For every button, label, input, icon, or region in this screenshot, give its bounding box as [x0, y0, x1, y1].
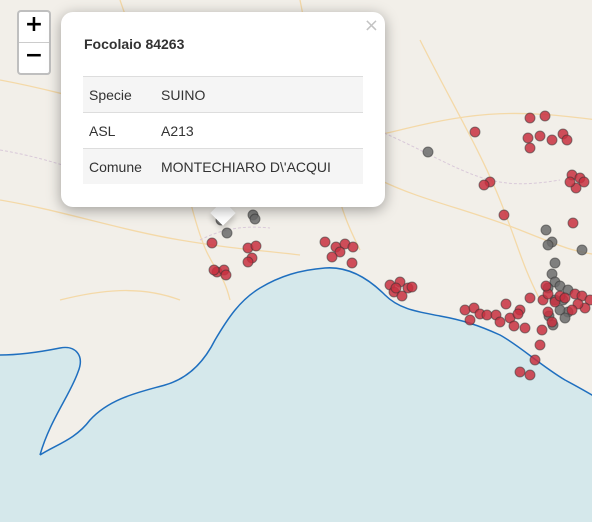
outbreak-marker-red[interactable]: [524, 369, 536, 381]
outbreak-marker-red[interactable]: [512, 308, 524, 320]
outbreak-marker-red[interactable]: [519, 322, 531, 334]
outbreak-marker-red[interactable]: [459, 304, 471, 316]
outbreak-marker-red[interactable]: [494, 316, 506, 328]
outbreak-marker-red[interactable]: [546, 316, 558, 328]
outbreak-marker-red[interactable]: [539, 110, 551, 122]
outbreak-marker-red[interactable]: [564, 176, 576, 188]
outbreak-marker-red[interactable]: [406, 281, 418, 293]
popup-title: Focolaio 84263: [84, 36, 185, 52]
zoom-in-button[interactable]: +: [19, 12, 49, 42]
row-value: SUINO: [155, 76, 363, 113]
outbreak-marker-red[interactable]: [561, 134, 573, 146]
outbreak-marker-gray[interactable]: [249, 213, 261, 225]
zoom-out-button[interactable]: −: [19, 42, 49, 73]
popup-row-species: Specie SUINO: [83, 76, 363, 113]
outbreak-marker-red[interactable]: [508, 320, 520, 332]
close-icon[interactable]: ×: [364, 15, 379, 36]
outbreak-marker-red[interactable]: [208, 264, 220, 276]
outbreak-marker-gray[interactable]: [576, 244, 588, 256]
row-key: ASL: [83, 112, 155, 149]
outbreak-marker-red[interactable]: [469, 126, 481, 138]
popup-row-comune: Comune MONTECHIARO D\'ACQUI: [83, 148, 363, 184]
outbreak-marker-red[interactable]: [326, 251, 338, 263]
outbreak-marker-gray[interactable]: [542, 239, 554, 251]
outbreak-marker-red[interactable]: [242, 256, 254, 268]
outbreak-marker-red[interactable]: [542, 306, 554, 318]
outbreak-marker-red[interactable]: [464, 314, 476, 326]
outbreak-marker-red[interactable]: [534, 339, 546, 351]
outbreak-marker-red[interactable]: [522, 132, 534, 144]
outbreak-marker-red[interactable]: [524, 142, 536, 154]
outbreak-marker-red[interactable]: [524, 112, 536, 124]
outbreak-marker-red[interactable]: [566, 304, 578, 316]
popup-details-table: Specie SUINO ASL A213 Comune MONTECHIARO…: [83, 76, 363, 184]
outbreak-marker-gray[interactable]: [540, 224, 552, 236]
outbreak-marker-red[interactable]: [534, 130, 546, 142]
outbreak-marker-red[interactable]: [220, 269, 232, 281]
row-value: MONTECHIARO D\'ACQUI: [155, 148, 363, 184]
zoom-control: + −: [17, 10, 51, 75]
outbreak-marker-red[interactable]: [567, 217, 579, 229]
outbreak-marker-red[interactable]: [206, 237, 218, 249]
outbreak-marker-red[interactable]: [319, 236, 331, 248]
outbreak-marker-red[interactable]: [250, 240, 262, 252]
outbreak-marker-gray[interactable]: [549, 257, 561, 269]
outbreak-marker-red[interactable]: [559, 292, 571, 304]
outbreak-marker-red[interactable]: [529, 354, 541, 366]
row-value: A213: [155, 112, 363, 149]
outbreak-marker-red[interactable]: [524, 292, 536, 304]
outbreak-marker-red[interactable]: [514, 366, 526, 378]
frame-edge: [592, 0, 597, 522]
outbreak-marker-red[interactable]: [498, 209, 510, 221]
outbreak-marker-gray[interactable]: [221, 227, 233, 239]
popup-row-asl: ASL A213: [83, 112, 363, 149]
outbreak-marker-red[interactable]: [536, 324, 548, 336]
outbreak-marker-red[interactable]: [578, 176, 590, 188]
row-key: Comune: [83, 148, 155, 184]
outbreak-marker-red[interactable]: [346, 257, 358, 269]
outbreak-marker-gray[interactable]: [559, 312, 571, 324]
outbreak-marker-gray[interactable]: [422, 146, 434, 158]
outbreak-marker-red[interactable]: [540, 280, 552, 292]
row-key: Specie: [83, 76, 155, 113]
outbreak-marker-red[interactable]: [478, 179, 490, 191]
outbreak-popup: × Focolaio 84263 Specie SUINO ASL A213 C…: [61, 12, 385, 207]
outbreak-marker-red[interactable]: [347, 241, 359, 253]
outbreak-marker-red[interactable]: [500, 298, 512, 310]
outbreak-marker-red[interactable]: [546, 134, 558, 146]
outbreak-marker-red[interactable]: [390, 282, 402, 294]
